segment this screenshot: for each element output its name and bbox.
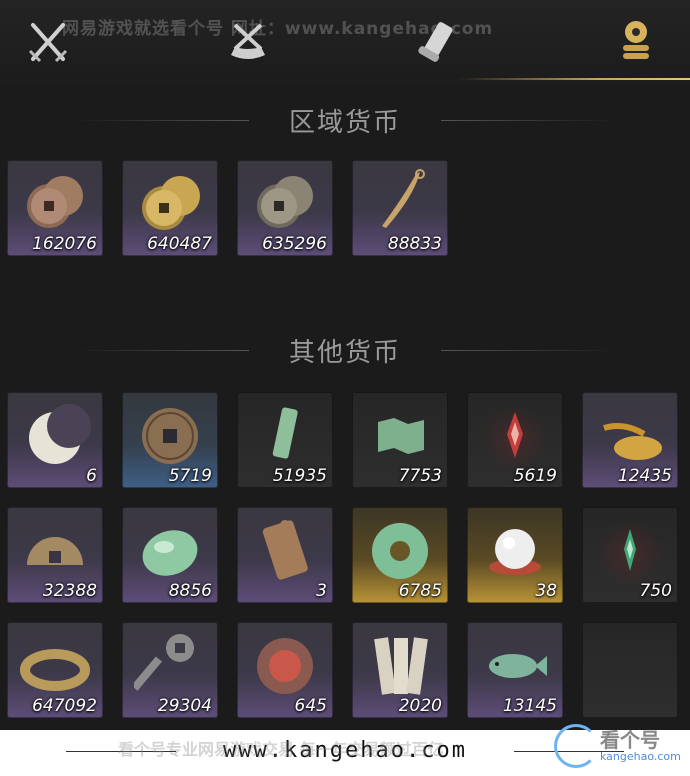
- bronze-plaque-icon: [262, 520, 308, 580]
- currency-slot[interactable]: 32388: [7, 507, 103, 603]
- currency-slot[interactable]: 51935: [237, 392, 333, 488]
- currency-slot[interactable]: 3: [237, 507, 333, 603]
- badge-subtitle: kangehao.com: [600, 750, 681, 763]
- currency-slot[interactable]: 647092: [7, 622, 103, 718]
- currency-count: 645: [294, 696, 327, 716]
- currency-count: 162076: [32, 234, 97, 254]
- footer-watermark: 看个号专业网易游戏交易 每一年交易额过百亿: [118, 740, 444, 759]
- tab-scrolls[interactable]: [408, 12, 468, 72]
- currency-slot[interactable]: 12435: [582, 392, 678, 488]
- currency-count: 32388: [42, 581, 97, 601]
- currency-slot[interactable]: 635296: [237, 160, 333, 256]
- currency-slot[interactable]: 38: [467, 507, 563, 603]
- currency-count: 29304: [157, 696, 212, 716]
- map-fragment-icon: [378, 418, 424, 454]
- currency-slot[interactable]: 5719: [122, 392, 218, 488]
- key-coin-icon: [134, 634, 194, 691]
- currency-count: 8856: [168, 581, 212, 601]
- jade-disc-icon: [372, 523, 428, 579]
- currency-count: 6: [86, 466, 97, 486]
- currency-slot[interactable]: 13145: [467, 622, 563, 718]
- currency-slot[interactable]: 88833: [352, 160, 448, 256]
- currency-count: 640487: [147, 234, 212, 254]
- currency-slot[interactable]: 6785: [352, 507, 448, 603]
- currency-slot[interactable]: 640487: [122, 160, 218, 256]
- bundle-icon: [231, 23, 265, 59]
- badge-logo-icon: [554, 724, 598, 768]
- currency-slot[interactable]: 645: [237, 622, 333, 718]
- tab-items[interactable]: [218, 12, 278, 72]
- copper-coins-icon: [27, 176, 83, 228]
- wheat-grain-icon: [603, 423, 662, 460]
- top-tab-bar: 网易游戏就选看个号 网址：www.kangehao.com: [0, 0, 690, 84]
- currency-count: 750: [639, 581, 672, 601]
- currency-coins-icon: [623, 21, 649, 59]
- red-sigil-icon: [507, 412, 523, 458]
- silver-coins-icon: [257, 176, 313, 228]
- currency-slot[interactable]: 2020: [352, 622, 448, 718]
- section-header-other: 其他货币: [0, 330, 690, 370]
- section-title: 其他货币: [288, 337, 401, 368]
- currency-count: 12435: [617, 466, 672, 486]
- feather-blade-icon: [382, 169, 425, 228]
- currency-count: 3: [316, 581, 327, 601]
- half-coin-icon: [27, 537, 83, 565]
- currency-slot[interactable]: 5619: [467, 392, 563, 488]
- section-header-regional: 区域货币: [0, 100, 690, 140]
- site-badge: 看个号 kangehao.com: [536, 722, 686, 772]
- red-seal-icon: [257, 638, 313, 694]
- currency-count: 5719: [168, 466, 212, 486]
- currency-slot[interactable]: 6: [7, 392, 103, 488]
- crossed-swords-icon: [28, 23, 68, 63]
- green-sigil-icon: [624, 529, 636, 571]
- currency-slot[interactable]: 7753: [352, 392, 448, 488]
- jade-crescent-icon: [29, 404, 91, 464]
- currency-slot[interactable]: 162076: [7, 160, 103, 256]
- currency-slot[interactable]: 750: [582, 507, 678, 603]
- currency-slot[interactable]: 8856: [122, 507, 218, 603]
- currency-count: 13145: [502, 696, 557, 716]
- coin-string-icon: [20, 649, 90, 691]
- currency-count: 7753: [398, 466, 442, 486]
- paper-slips-icon: [374, 637, 428, 695]
- currency-count: 88833: [387, 234, 442, 254]
- jade-fish-icon: [489, 654, 547, 678]
- tab-currency[interactable]: [606, 12, 666, 72]
- currency-count: 635296: [262, 234, 327, 254]
- jade-stone-icon: [142, 530, 198, 576]
- currency-count: 2020: [398, 696, 442, 716]
- currency-count: 51935: [272, 466, 327, 486]
- currency-slot[interactable]: 29304: [122, 622, 218, 718]
- ancient-coin-icon: [142, 408, 198, 464]
- gold-coins-icon: [142, 176, 200, 230]
- section-title: 区域货币: [288, 107, 401, 138]
- currency-count: 38: [535, 581, 557, 601]
- tab-weapons[interactable]: [18, 12, 78, 72]
- badge-title: 看个号: [600, 728, 660, 752]
- empty-slot: [582, 622, 678, 718]
- currency-count: 5619: [513, 466, 557, 486]
- currency-count: 6785: [398, 581, 442, 601]
- currency-count: 647092: [32, 696, 97, 716]
- active-tab-indicator: [458, 78, 690, 80]
- scroll-icon: [418, 22, 453, 62]
- pearl-icon: [489, 529, 541, 575]
- token-tablet-icon: [272, 407, 298, 459]
